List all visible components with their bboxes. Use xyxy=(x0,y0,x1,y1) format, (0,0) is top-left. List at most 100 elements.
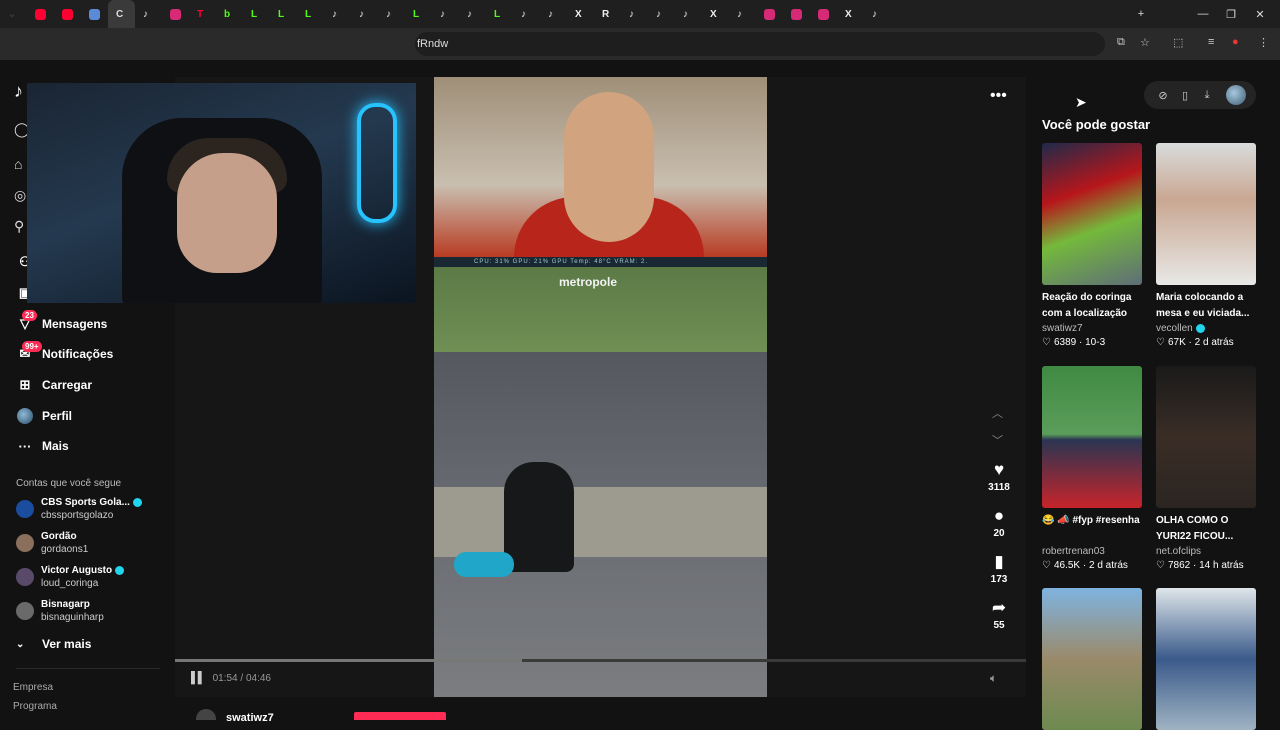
video-title[interactable]: Maria colocando a mesa e eu viciada... xyxy=(1156,290,1256,322)
restore-icon[interactable]: ❐ xyxy=(1216,0,1246,28)
volume-icon[interactable]: 🔈︎ xyxy=(990,671,997,686)
recommended-video-card[interactable] xyxy=(1156,588,1256,730)
browser-tab[interactable]: ♪ xyxy=(621,0,648,28)
video-author[interactable]: swatiwz7 xyxy=(1042,322,1142,336)
recommended-video-card[interactable]: 😂 📣 #fyp #resenha robertrenan03 ♡ 46.5K · 2… xyxy=(1042,366,1142,573)
url-field[interactable]: fRndw xyxy=(415,32,1105,56)
profile-icon[interactable]: ● xyxy=(1232,36,1239,48)
menu-icon[interactable]: ⋮ xyxy=(1258,36,1269,49)
share-action[interactable]: ➦ 55 xyxy=(983,598,1015,631)
browser-tab[interactable]: ♪ xyxy=(135,0,162,28)
nav-item-carregar[interactable]: ⊞ Carregar xyxy=(0,370,175,401)
browser-tab[interactable]: X xyxy=(837,0,864,28)
comment-icon[interactable]: ● xyxy=(983,506,1015,526)
browser-tab[interactable] xyxy=(54,0,81,28)
following-account[interactable]: Victor Augusto loud_coringa xyxy=(16,564,166,590)
new-tab-icon[interactable]: + xyxy=(1126,0,1156,28)
home-icon[interactable]: ⌂ xyxy=(14,156,22,172)
video-thumbnail[interactable] xyxy=(1156,588,1256,730)
chevron-up-icon[interactable]: ︿ xyxy=(992,405,1003,421)
video-title[interactable]: 😂 📣 #fyp #resenha xyxy=(1042,513,1142,545)
more-options-icon[interactable]: ••• xyxy=(990,87,1007,105)
heart-icon[interactable]: ♥ xyxy=(983,460,1015,480)
browser-tab[interactable]: L xyxy=(405,0,432,28)
footer-link-programa[interactable]: Programa xyxy=(13,701,57,712)
share-icon[interactable]: ➦ xyxy=(983,598,1015,618)
recommended-video-card[interactable]: Reação do coringa com a localização d...… xyxy=(1042,143,1142,350)
nav-item-mensagens[interactable]: ▽ 23 Mensagens xyxy=(0,308,175,339)
see-more-button[interactable]: ⌄ Ver mais xyxy=(16,637,91,651)
browser-tab[interactable]: T xyxy=(189,0,216,28)
bookmark-icon[interactable]: ▮ xyxy=(983,552,1015,572)
video-thumbnail[interactable] xyxy=(1042,588,1142,730)
media-icon[interactable]: ≡ xyxy=(1208,36,1214,48)
download-icon[interactable]: ⤓ xyxy=(1196,89,1218,102)
author-avatar[interactable] xyxy=(196,709,216,720)
following-account[interactable]: CBS Sports Gola... cbssportsgolazo xyxy=(16,496,166,522)
browser-tab[interactable]: R xyxy=(594,0,621,28)
browser-tab[interactable] xyxy=(810,0,837,28)
video-author[interactable]: net.ofclips xyxy=(1156,545,1256,559)
browser-tab[interactable]: ♪ xyxy=(324,0,351,28)
video-frame[interactable]: CPU: 31% GPU: 21% GPU Temp: 48°C VRAM: 2… xyxy=(434,77,767,697)
browser-tab[interactable] xyxy=(756,0,783,28)
browser-tab[interactable]: L xyxy=(270,0,297,28)
browser-tab[interactable]: ♪ xyxy=(864,0,891,28)
bookmark-star-icon[interactable]: ☆ xyxy=(1140,36,1150,49)
footer-link-empresa[interactable]: Empresa xyxy=(13,682,53,693)
heart-action[interactable]: ♥ 3118 xyxy=(983,460,1015,493)
user-avatar[interactable] xyxy=(1226,85,1246,105)
browser-tab[interactable]: L xyxy=(243,0,270,28)
browser-tab[interactable]: L xyxy=(297,0,324,28)
extensions-icon[interactable]: ⬚ xyxy=(1173,36,1183,49)
recommended-video-card[interactable]: OLHA COMO O YURI22 FICOU... net.ofclips ♡ 7… xyxy=(1156,366,1256,573)
following-account[interactable]: Gordão gordaons1 xyxy=(16,530,166,556)
browser-tab[interactable]: ♪ xyxy=(648,0,675,28)
browser-tab[interactable]: ♪ xyxy=(513,0,540,28)
browser-tab[interactable] xyxy=(27,0,54,28)
video-author[interactable]: vecollen xyxy=(1156,322,1256,336)
close-window-icon[interactable]: ✕ xyxy=(1245,0,1275,28)
comment-action[interactable]: ● 20 xyxy=(983,506,1015,539)
video-title[interactable]: OLHA COMO O YURI22 FICOU... xyxy=(1156,513,1256,545)
recommended-video-card[interactable] xyxy=(1042,588,1142,730)
video-thumbnail[interactable] xyxy=(1042,143,1142,285)
browser-tab[interactable]: ♪ xyxy=(432,0,459,28)
chevron-down-icon[interactable]: ﹀ xyxy=(992,432,1003,448)
browser-tab[interactable]: C xyxy=(108,0,135,28)
browser-tab[interactable]: ♪ xyxy=(675,0,702,28)
browser-tab[interactable]: ♪ xyxy=(378,0,405,28)
browser-tab[interactable]: ♪ xyxy=(540,0,567,28)
nav-item-mais[interactable]: ··· Mais xyxy=(0,431,175,462)
following-icon[interactable]: ⚲ xyxy=(14,218,24,235)
video-author[interactable]: robertrenan03 xyxy=(1042,545,1142,559)
explore-icon[interactable]: ◎ xyxy=(14,187,26,204)
author-name[interactable]: swatiwz7 xyxy=(226,712,274,724)
pause-icon[interactable]: ▌▌ xyxy=(191,672,206,684)
phone-icon[interactable]: ▯ xyxy=(1174,89,1196,102)
video-title[interactable]: Reação do coringa com a localização d... xyxy=(1042,290,1142,322)
browser-tab[interactable]: ♪ xyxy=(351,0,378,28)
browser-tab[interactable]: L xyxy=(486,0,513,28)
browser-tab[interactable]: ♪ xyxy=(729,0,756,28)
browser-tab[interactable]: X xyxy=(702,0,729,28)
nav-item-notificaes[interactable]: ✉ 99+ Notificações xyxy=(0,339,175,370)
browser-tab[interactable] xyxy=(81,0,108,28)
browser-tab[interactable]: b xyxy=(216,0,243,28)
follow-button[interactable] xyxy=(354,712,446,720)
cast-icon[interactable]: ⧉ xyxy=(1117,36,1125,49)
tab-search-icon[interactable]: ⌄ xyxy=(0,0,27,28)
nav-item-perfil[interactable]: Perfil xyxy=(0,400,175,431)
video-thumbnail[interactable] xyxy=(1156,143,1256,285)
bookmark-action[interactable]: ▮ 173 xyxy=(983,552,1015,585)
browser-tab[interactable] xyxy=(162,0,189,28)
minimize-icon[interactable]: — xyxy=(1188,0,1218,28)
following-account[interactable]: Bisnagarp bisnaguinharp xyxy=(16,598,166,624)
progress-bar[interactable] xyxy=(175,659,1026,662)
video-thumbnail[interactable] xyxy=(1156,366,1256,508)
coins-icon[interactable]: ⊘ xyxy=(1152,89,1174,102)
browser-tab[interactable]: X xyxy=(567,0,594,28)
tiktok-logo[interactable]: ♪ xyxy=(14,81,23,102)
recommended-video-card[interactable]: Maria colocando a mesa e eu viciada... ve… xyxy=(1156,143,1256,350)
browser-tab[interactable]: ♪ xyxy=(459,0,486,28)
